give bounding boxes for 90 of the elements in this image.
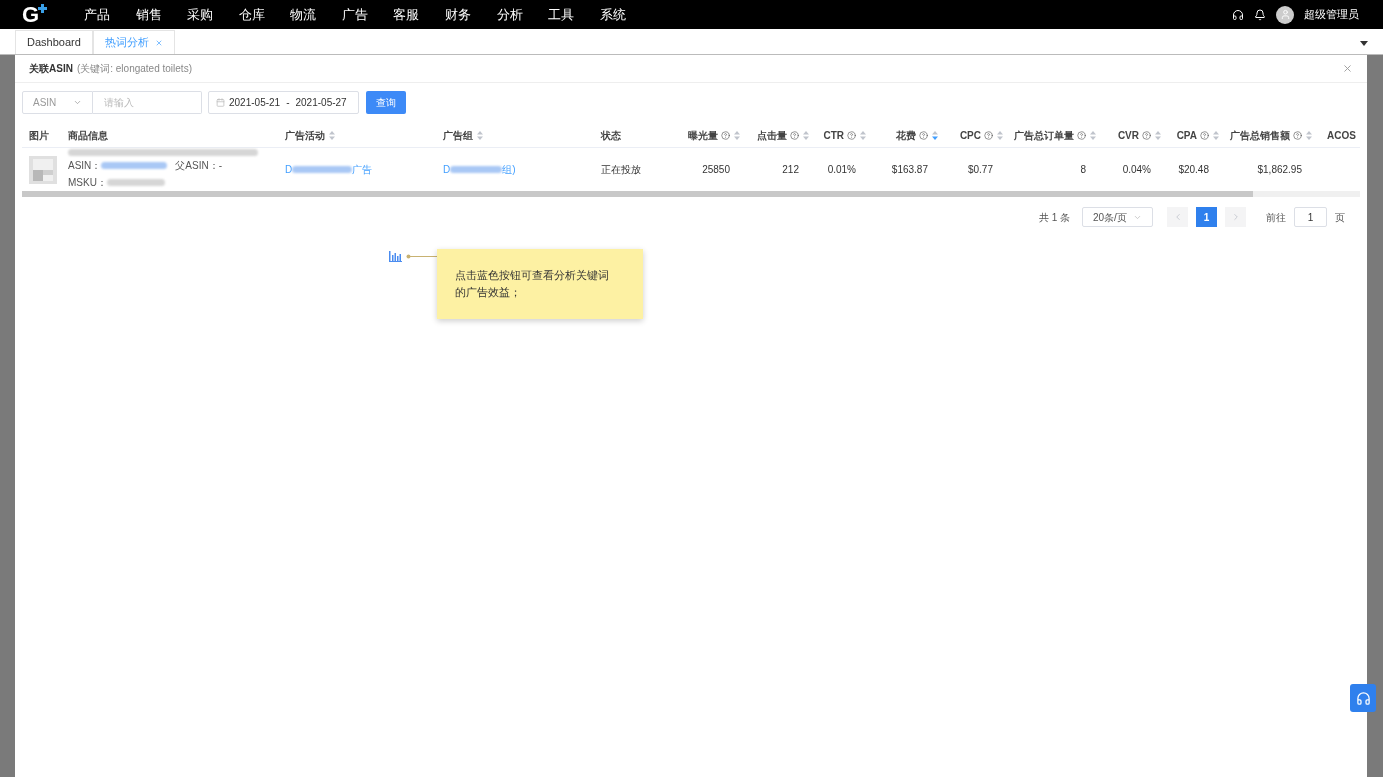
menu-item[interactable]: 采购 (174, 4, 226, 25)
date-range-field[interactable]: 2021-05-21 - 2021-05-27 (208, 91, 359, 114)
close-icon[interactable] (1342, 63, 1353, 74)
sort-icon[interactable] (997, 131, 1003, 140)
table-cell: 212 (782, 164, 799, 175)
menu-item[interactable]: 分析 (483, 4, 536, 25)
table-cell: 25850 (702, 164, 730, 175)
column-header: CPC (946, 128, 1011, 143)
total-count: 共 1 条 (1038, 210, 1070, 225)
status-text: 正在投放 (601, 164, 641, 175)
logo: G (22, 3, 48, 26)
sort-icon[interactable] (803, 131, 809, 140)
sort-icon[interactable] (734, 131, 740, 140)
guide-text: 点击蓝色按钮可查看分析关键词的广告效益； (455, 268, 610, 300)
column-header: 花费 (874, 128, 946, 143)
blurred-text (101, 162, 168, 169)
column-header: 状态 (599, 129, 622, 143)
asin-label: ASIN： (68, 159, 102, 173)
sort-icon[interactable] (1090, 131, 1096, 140)
column-header: 广告活动 (278, 128, 436, 143)
menu-item[interactable]: 系统 (587, 4, 639, 25)
sort-icon[interactable] (329, 131, 335, 140)
help-icon[interactable] (984, 131, 993, 140)
help-icon[interactable] (1142, 131, 1151, 140)
table-cell: $20.48 (1178, 164, 1209, 175)
goto-suffix: 页 (1335, 210, 1345, 225)
table-cell: $1,862.95 (1257, 164, 1302, 175)
column-header: 广告总销售额 (1227, 128, 1320, 143)
column-header: ACOS (1326, 129, 1357, 143)
table-cell: 8 (1080, 164, 1086, 175)
sort-icon[interactable] (860, 131, 866, 140)
column-header: 图片 (28, 129, 50, 143)
bar-chart-icon[interactable] (389, 251, 402, 262)
column-header: 点击量 (748, 128, 817, 143)
panel-title: 关联ASIN (29, 62, 73, 76)
goto-label: 前往 (1266, 210, 1286, 225)
sort-icon[interactable] (1155, 131, 1161, 140)
support-button[interactable] (1350, 684, 1376, 712)
plus-icon (38, 3, 48, 13)
headset-icon (1355, 690, 1371, 706)
caret-icon[interactable] (1360, 41, 1368, 46)
horizontal-scrollbar[interactable] (22, 191, 1360, 197)
menu-item[interactable]: 产品 (71, 4, 123, 25)
bell-icon[interactable] (1254, 8, 1266, 21)
table-cell: 0.01% (827, 164, 856, 175)
calendar-icon (216, 98, 225, 107)
blurred-text (292, 166, 353, 173)
sort-icon[interactable] (1306, 131, 1312, 140)
user-name[interactable]: 超级管理员 (1304, 6, 1359, 23)
help-icon[interactable] (1293, 131, 1302, 140)
column-header: CTR (817, 128, 874, 143)
column-header: CPA (1169, 128, 1227, 143)
table-cell: 0.04% (1122, 164, 1151, 175)
help-icon[interactable] (919, 131, 928, 140)
column-header: CVR (1104, 128, 1169, 143)
search-field[interactable]: 请输入 (93, 91, 202, 114)
headset-icon[interactable] (1232, 8, 1244, 21)
avatar[interactable] (1276, 5, 1294, 24)
goto-page-field[interactable]: 1 (1294, 207, 1327, 227)
sort-icon[interactable] (477, 131, 483, 140)
parent-asin: 父ASIN：- (175, 159, 222, 173)
menu-item[interactable]: 广告 (329, 4, 381, 25)
menu-item[interactable]: 销售 (122, 4, 175, 25)
chevron-down-icon (73, 98, 82, 107)
help-icon[interactable] (1077, 131, 1086, 140)
help-icon[interactable] (1200, 131, 1209, 140)
menu-item[interactable]: 客服 (380, 4, 433, 25)
close-icon[interactable] (154, 38, 163, 47)
menu-item[interactable]: 财务 (432, 4, 484, 25)
menu-item[interactable]: 物流 (277, 4, 330, 25)
help-icon[interactable] (790, 131, 799, 140)
page-size-select[interactable]: 20条/页 (1082, 207, 1153, 227)
table-cell: $163.87 (891, 164, 928, 175)
page-button[interactable]: 1 (1196, 207, 1217, 227)
blurred-text (106, 179, 165, 186)
blurred-text (450, 166, 503, 173)
sort-icon[interactable] (932, 131, 938, 140)
msku-label: MSKU： (68, 176, 107, 190)
column-header: 曝光量 (664, 128, 748, 143)
menu-item[interactable]: 工具 (535, 4, 588, 25)
tab[interactable]: Dashboard (15, 30, 93, 54)
column-header: 广告组 (436, 128, 594, 143)
help-icon[interactable] (847, 131, 856, 140)
table-cell: $0.77 (967, 164, 993, 175)
panel-subtitle: (关键词: elongated toilets) (76, 62, 192, 76)
menu-item[interactable]: 仓库 (225, 4, 278, 25)
column-header: 商品信息 (67, 129, 109, 143)
help-icon[interactable] (721, 131, 730, 140)
sort-icon[interactable] (1213, 131, 1219, 140)
column-header: 广告总订单量 (1011, 128, 1104, 143)
